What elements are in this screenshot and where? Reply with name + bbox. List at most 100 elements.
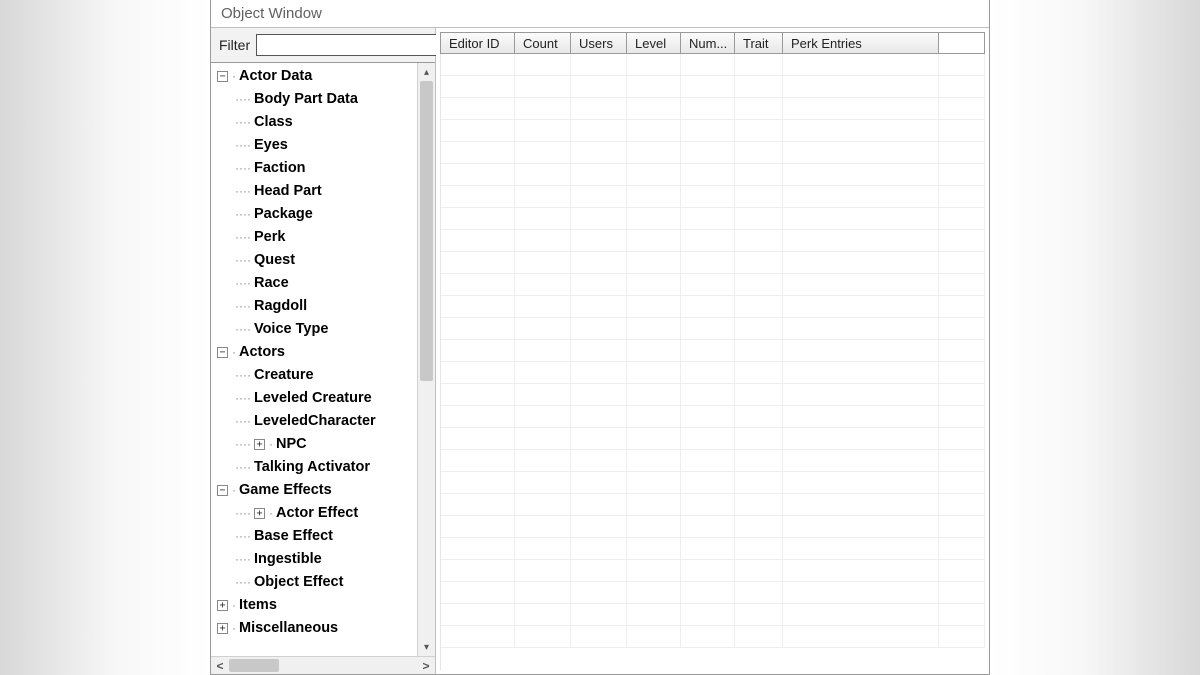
tree-item[interactable]: ····Creature — [215, 364, 417, 387]
window-content: Filter −·Actor Data····Body Part Data···… — [211, 28, 989, 674]
table-cell — [735, 164, 783, 185]
scroll-right-arrow-icon[interactable]: > — [417, 657, 435, 675]
table-row[interactable] — [441, 560, 985, 582]
table-row[interactable] — [441, 252, 985, 274]
tree-item[interactable]: ····Ingestible — [215, 548, 417, 571]
table-row[interactable] — [441, 494, 985, 516]
expand-icon[interactable]: + — [254, 508, 265, 519]
tree-item[interactable]: ····+·Actor Effect — [215, 502, 417, 525]
table-cell — [571, 340, 627, 361]
table-row[interactable] — [441, 142, 985, 164]
table-row[interactable] — [441, 164, 985, 186]
tree-item[interactable]: ····Class — [215, 111, 417, 134]
column-header[interactable]: Num... — [681, 33, 735, 53]
column-header[interactable]: Trait — [735, 33, 783, 53]
tree-connector-icon: ···· — [235, 251, 251, 270]
tree-item[interactable]: ····Perk — [215, 226, 417, 249]
tree-item[interactable]: −·Actor Data — [215, 65, 417, 88]
table-row[interactable] — [441, 208, 985, 230]
table-cell — [571, 450, 627, 471]
tree-item[interactable]: ····Quest — [215, 249, 417, 272]
table-row[interactable] — [441, 230, 985, 252]
table-cell — [515, 54, 571, 75]
tree-item[interactable]: ····Body Part Data — [215, 88, 417, 111]
table-row[interactable] — [441, 76, 985, 98]
tree-item[interactable]: ····Faction — [215, 157, 417, 180]
table-row[interactable] — [441, 186, 985, 208]
table-cell — [783, 494, 939, 515]
table-cell — [441, 340, 515, 361]
table-body[interactable] — [440, 54, 985, 670]
table-cell — [783, 428, 939, 449]
table-cell — [627, 208, 681, 229]
tree-item[interactable]: ····Head Part — [215, 180, 417, 203]
tree-item-label: Actor Data — [239, 65, 312, 87]
expand-icon[interactable]: + — [254, 439, 265, 450]
column-header[interactable]: Editor ID — [441, 33, 515, 53]
collapse-icon[interactable]: − — [217, 347, 228, 358]
tree-view[interactable]: −·Actor Data····Body Part Data····Class·… — [211, 63, 417, 656]
tree-item-label: Faction — [254, 157, 306, 179]
table-row[interactable] — [441, 516, 985, 538]
tree-connector-icon: ···· — [235, 274, 251, 293]
scroll-up-arrow-icon[interactable]: ▴ — [418, 63, 435, 81]
object-window: Object Window Filter −·Actor Data····Bod… — [210, 0, 990, 675]
table-row[interactable] — [441, 98, 985, 120]
table-row[interactable] — [441, 54, 985, 76]
scroll-left-arrow-icon[interactable]: < — [211, 657, 229, 675]
table-row[interactable] — [441, 362, 985, 384]
table-row[interactable] — [441, 406, 985, 428]
tree-item[interactable]: ····Eyes — [215, 134, 417, 157]
table-row[interactable] — [441, 538, 985, 560]
table-row[interactable] — [441, 340, 985, 362]
table-row[interactable] — [441, 626, 985, 648]
table-row[interactable] — [441, 604, 985, 626]
tree-item[interactable]: ····Leveled Creature — [215, 387, 417, 410]
column-header[interactable]: Users — [571, 33, 627, 53]
table-row[interactable] — [441, 120, 985, 142]
tree-item[interactable]: ····Voice Type — [215, 318, 417, 341]
tree-item[interactable]: ····Race — [215, 272, 417, 295]
table-row[interactable] — [441, 274, 985, 296]
tree-item[interactable]: −·Game Effects — [215, 479, 417, 502]
table-row[interactable] — [441, 384, 985, 406]
tree-item[interactable]: −·Actors — [215, 341, 417, 364]
tree-item-label: Leveled Creature — [254, 387, 372, 409]
scroll-down-arrow-icon[interactable]: ▾ — [418, 638, 435, 656]
tree-item[interactable]: ····Ragdoll — [215, 295, 417, 318]
table-cell — [627, 120, 681, 141]
tree-vertical-scrollbar[interactable]: ▴ ▾ — [417, 63, 435, 656]
column-header[interactable]: Perk Entries — [783, 33, 939, 53]
tree-item[interactable]: +·Items — [215, 594, 417, 617]
table-cell — [681, 384, 735, 405]
tree-item[interactable]: ····+·NPC — [215, 433, 417, 456]
collapse-icon[interactable]: − — [217, 485, 228, 496]
table-cell — [627, 406, 681, 427]
scroll-thumb[interactable] — [420, 81, 433, 381]
table-row[interactable] — [441, 296, 985, 318]
table-row[interactable] — [441, 582, 985, 604]
tree-item[interactable]: ····Base Effect — [215, 525, 417, 548]
tree-item[interactable]: ····LeveledCharacter — [215, 410, 417, 433]
column-header[interactable]: Count — [515, 33, 571, 53]
expand-icon[interactable]: + — [217, 623, 228, 634]
tree-connector-icon: · — [232, 343, 236, 362]
table-row[interactable] — [441, 472, 985, 494]
tree-item[interactable]: ····Package — [215, 203, 417, 226]
table-cell — [783, 582, 939, 603]
collapse-icon[interactable]: − — [217, 71, 228, 82]
table-cell — [441, 76, 515, 97]
tree-item[interactable]: ····Talking Activator — [215, 456, 417, 479]
tree-item[interactable]: ····Object Effect — [215, 571, 417, 594]
column-header[interactable]: Level — [627, 33, 681, 53]
filter-input[interactable] — [256, 34, 442, 56]
table-row[interactable] — [441, 318, 985, 340]
hscroll-track[interactable] — [229, 657, 417, 674]
hscroll-thumb[interactable] — [229, 659, 279, 672]
table-row[interactable] — [441, 450, 985, 472]
tree-horizontal-scrollbar[interactable]: < > — [211, 656, 435, 674]
tree-item[interactable]: +·Miscellaneous — [215, 617, 417, 640]
table-row[interactable] — [441, 428, 985, 450]
expand-icon[interactable]: + — [217, 600, 228, 611]
window-titlebar[interactable]: Object Window — [211, 0, 989, 28]
